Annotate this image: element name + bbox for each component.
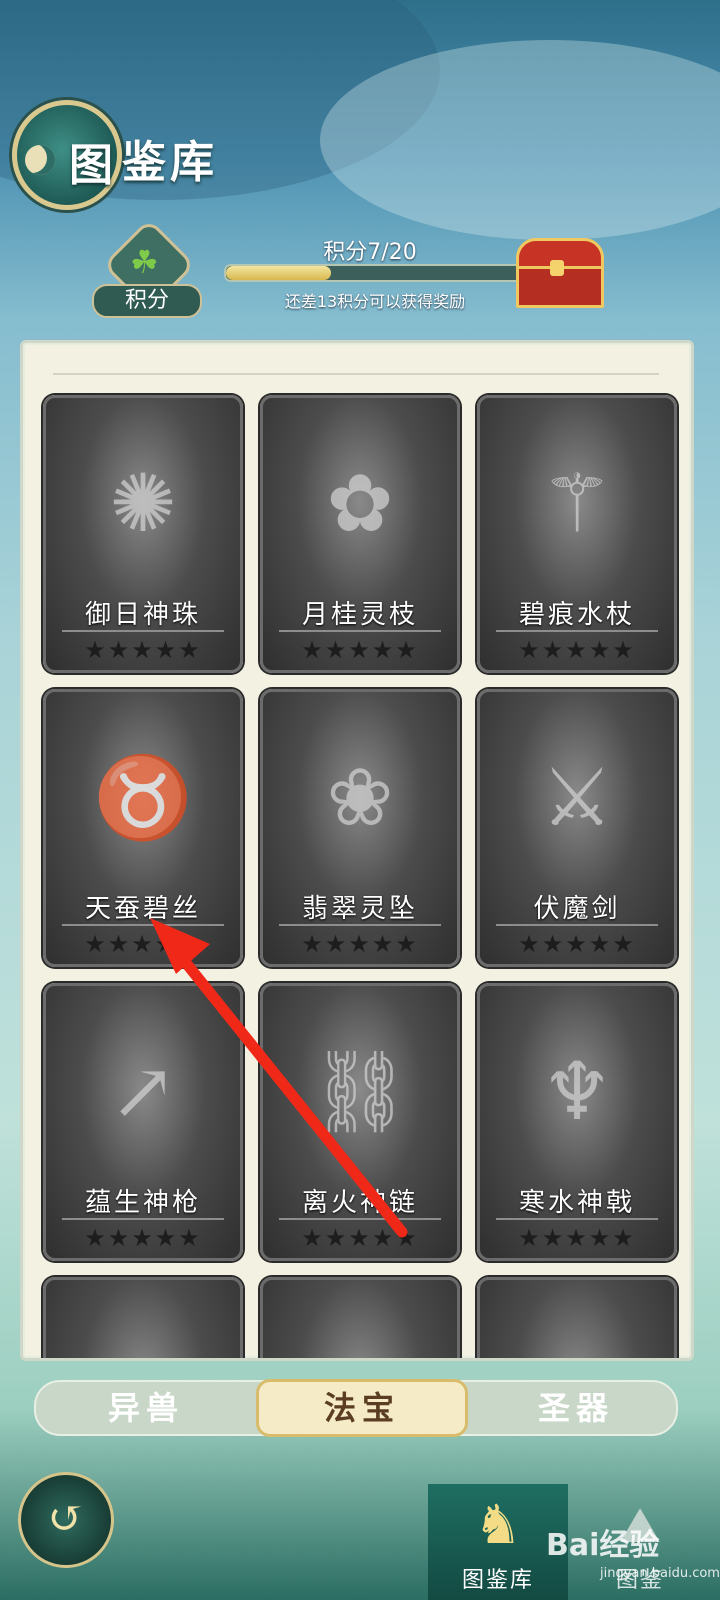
panel-divider	[53, 373, 659, 375]
card-divider	[62, 630, 224, 632]
halberd-icon: ♆	[541, 1045, 613, 1138]
treasure-chest-icon[interactable]	[512, 238, 604, 308]
back-swirl-icon: ↺	[47, 1493, 85, 1544]
clover-icon: ☘	[130, 243, 159, 281]
score-badge[interactable]: ☘ 积分	[92, 218, 202, 320]
tab-relics[interactable]: 圣器	[496, 1382, 656, 1434]
card-name: 月桂灵枝	[301, 600, 418, 630]
card-divider	[496, 1218, 658, 1220]
score-progress-fill	[226, 266, 331, 280]
card-stars: ★★★★★	[518, 930, 636, 958]
category-tab-bar: 异兽 法宝 圣器	[34, 1379, 678, 1437]
card-name: 寒水神戟	[518, 1188, 635, 1218]
card-name: 蕴生神枪	[84, 1188, 201, 1218]
moon-icon	[25, 145, 55, 175]
page-title: 鉴库	[122, 137, 218, 188]
chain-icon: ⛓	[309, 1045, 411, 1138]
nav-label: 图鉴库	[461, 1568, 534, 1593]
card-stars: ★★★★★	[518, 636, 636, 664]
card-item[interactable]: ⚚ 碧痕水杖 ★★★★★	[477, 395, 677, 673]
card-divider	[496, 630, 658, 632]
card-stars: ★★★★★	[518, 1224, 636, 1252]
card-item-partial[interactable]	[477, 1277, 677, 1358]
hero-portrait-icon: ♞	[473, 1493, 523, 1556]
card-divider	[62, 924, 224, 926]
staff-icon: ⚚	[541, 457, 613, 550]
score-progress-bar	[224, 264, 528, 282]
card-stars: ★★★★★	[84, 1224, 202, 1252]
tab-beasts[interactable]: 异兽	[66, 1382, 226, 1434]
card-name: 翡翠灵坠	[301, 894, 418, 924]
card-stars: ★★★★★	[84, 636, 202, 664]
tab-treasures[interactable]: 法宝	[256, 1379, 468, 1437]
watermark-logo: Bai经验	[546, 1528, 660, 1563]
card-item[interactable]: ❀ 翡翠灵坠 ★★★★★	[260, 689, 460, 967]
title-first-char: 图	[69, 140, 113, 191]
card-item[interactable]: ✿ 月桂灵枝 ★★★★★	[260, 395, 460, 673]
card-name: 离火神链	[301, 1188, 418, 1218]
collection-panel: ✺ 御日神珠 ★★★★★ ✿ 月桂灵枝 ★★★★★ ⚚ 碧痕水杖 ★★★★★ ♉…	[20, 340, 694, 1361]
card-item-partial[interactable]	[43, 1277, 243, 1358]
card-stars: ★★★★★	[84, 930, 202, 958]
card-item[interactable]: ⚔ 伏魔剑 ★★★★★	[477, 689, 677, 967]
card-item[interactable]: ♉ 天蚕碧丝 ★★★★★	[43, 689, 243, 967]
card-stars: ★★★★★	[301, 1224, 419, 1252]
pendant-icon: ❀	[326, 751, 394, 844]
spear-icon: ↗	[109, 1045, 177, 1138]
silk-icon: ♉	[93, 751, 193, 844]
watermark-url: jingyan.baidu.com	[600, 1566, 720, 1581]
back-button[interactable]: ↺	[18, 1472, 114, 1568]
chest-lock	[550, 260, 564, 276]
card-divider	[279, 924, 441, 926]
title-badge: 图	[12, 100, 122, 210]
card-item[interactable]: ♆ 寒水神戟 ★★★★★	[477, 983, 677, 1261]
card-item[interactable]: ↗ 蕴生神枪 ★★★★★	[43, 983, 243, 1261]
card-divider	[496, 924, 658, 926]
score-progress-text: 积分7/20	[323, 240, 417, 265]
card-name: 御日神珠	[84, 600, 201, 630]
card-stars: ★★★★★	[301, 930, 419, 958]
card-item[interactable]: ⛓ 离火神链 ★★★★★	[260, 983, 460, 1261]
score-badge-label: 积分	[92, 284, 202, 318]
card-name: 天蚕碧丝	[84, 894, 201, 924]
card-divider	[279, 1218, 441, 1220]
card-item-partial[interactable]	[260, 1277, 460, 1358]
card-name: 伏魔剑	[533, 894, 621, 924]
card-divider	[62, 1218, 224, 1220]
card-stars: ★★★★★	[301, 636, 419, 664]
orb-icon: ✺	[109, 457, 177, 550]
card-name: 碧痕水杖	[518, 600, 635, 630]
sword-icon: ⚔	[541, 751, 613, 844]
card-divider	[279, 630, 441, 632]
branch-icon: ✿	[326, 457, 394, 550]
card-item[interactable]: ✺ 御日神珠 ★★★★★	[43, 395, 243, 673]
score-progress-subtitle: 还差13积分可以获得奖励	[284, 292, 466, 311]
